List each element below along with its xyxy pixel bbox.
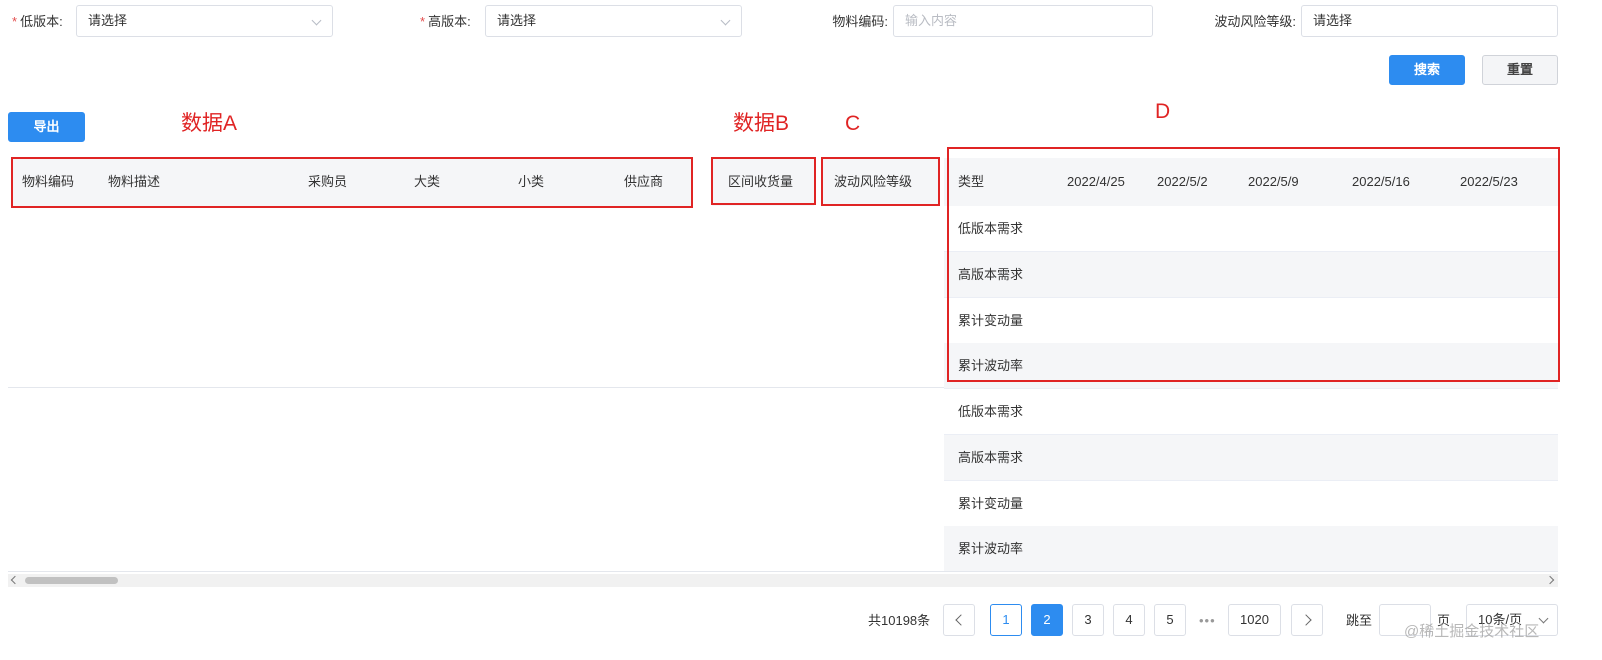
search-button[interactable]: 搜索 [1389,55,1465,85]
export-button[interactable]: 导出 [8,112,85,142]
pagination-ellipsis[interactable]: ••• [1199,610,1216,632]
annotation-c: C [845,112,861,135]
horizontal-scrollbar[interactable] [8,574,1558,587]
scroll-right-icon[interactable] [1545,575,1555,585]
page-button-1[interactable]: 1 [990,604,1022,636]
low-version-select[interactable]: 请选择 [76,5,333,37]
chevron-left-icon [954,614,967,626]
row-type-cell: 高版本需求 [958,450,1024,465]
chevron-down-icon [720,15,731,26]
page-button-2[interactable]: 2 [1031,604,1063,636]
table-row: 高版本需求 [944,435,1558,481]
material-code-input[interactable]: 输入内容 [893,5,1153,37]
chevron-down-icon [1538,613,1549,624]
table-row: 累计波动率 [944,526,1558,572]
risk-level-label: 波动风险等级: [1214,14,1296,29]
highlight-box-b [711,157,816,205]
row-type-cell: 累计波动率 [958,541,1024,556]
annotation-d: D [1155,100,1171,123]
page-button-5[interactable]: 5 [1154,604,1186,636]
table-row: 累计变动量 [944,481,1558,527]
row-divider [8,387,944,388]
high-version-select[interactable]: 请选择 [485,5,742,37]
page-button-4[interactable]: 4 [1113,604,1145,636]
pagination-total: 共10198条 [868,613,931,628]
scroll-left-icon[interactable] [10,575,20,585]
page-button-last[interactable]: 1020 [1228,604,1281,636]
prev-page-button[interactable] [943,604,975,636]
scrollbar-thumb[interactable] [25,577,118,584]
reset-button[interactable]: 重置 [1482,55,1558,85]
page-button-3[interactable]: 3 [1072,604,1104,636]
low-version-label: * 低版本: [12,14,63,29]
table-row: 低版本需求 [944,389,1558,435]
highlight-box-a [11,157,693,208]
annotation-data-a: 数据A [181,112,238,135]
highlight-box-c [821,157,940,206]
risk-level-select[interactable]: 请选择 [1301,5,1558,37]
watermark: @稀土掘金技术社区 [1404,623,1540,640]
row-type-cell: 低版本需求 [958,404,1024,419]
annotation-data-b: 数据B [733,112,790,135]
material-code-label: 物料编码: [832,14,888,29]
high-version-label: * 高版本: [420,14,471,29]
next-page-button[interactable] [1291,604,1323,636]
chevron-down-icon [311,15,322,26]
row-type-cell: 累计变动量 [958,496,1024,511]
chevron-right-icon [1299,614,1312,626]
jump-label: 跳至 [1346,613,1373,628]
row-divider [8,571,1558,572]
highlight-box-d [947,147,1560,382]
